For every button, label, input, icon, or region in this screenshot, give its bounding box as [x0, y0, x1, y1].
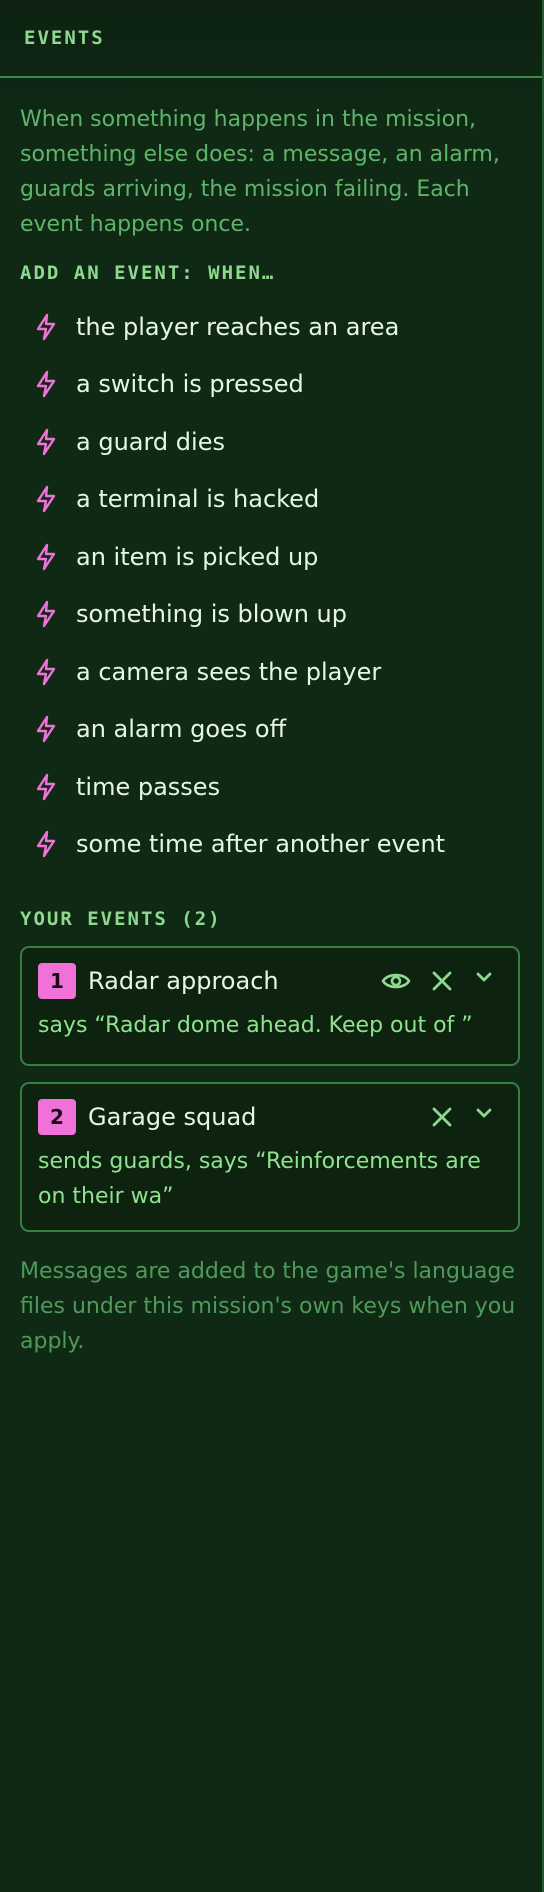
trigger-label: the player reaches an area [76, 312, 400, 341]
trigger-label: an item is picked up [76, 542, 319, 571]
trigger-label: a switch is pressed [76, 370, 304, 399]
events-panel: EVENTS When something happens in the mis… [0, 0, 544, 1892]
trigger-label: a camera sees the player [76, 657, 382, 686]
event-card-header: 1 Radar approach [38, 962, 502, 1000]
trigger-label: something is blown up [76, 600, 347, 629]
preview-event-button[interactable] [378, 963, 414, 999]
event-card-header: 2 Garage squad [38, 1098, 502, 1136]
footer-note: Messages are added to the game's languag… [20, 1259, 516, 1354]
panel-title: EVENTS [24, 27, 105, 49]
lightning-bolt-icon [36, 428, 56, 455]
event-card[interactable]: 1 Radar approach says “Radar dome ahead.… [20, 946, 520, 1066]
event-card[interactable]: 2 Garage squad sends guards, says “Reinf… [20, 1082, 520, 1232]
expand-event-button[interactable] [466, 962, 502, 992]
trigger-label: a guard dies [76, 427, 225, 456]
trigger-option[interactable]: an item is picked up [0, 528, 542, 586]
panel-header: EVENTS [0, 0, 542, 78]
trigger-label: time passes [76, 772, 221, 801]
chevron-down-icon [476, 972, 492, 982]
event-name: Radar approach [88, 967, 279, 995]
trigger-label: some time after another event [76, 830, 446, 859]
event-description: sends guards, says “Reinforcements are o… [38, 1149, 481, 1209]
expand-event-button[interactable] [466, 1098, 502, 1128]
event-number-badge: 2 [38, 1099, 76, 1135]
trigger-option[interactable]: a camera sees the player [0, 643, 542, 701]
trigger-option[interactable]: some time after another event [0, 816, 542, 874]
trigger-option[interactable]: a guard dies [0, 413, 542, 471]
lightning-bolt-icon [36, 658, 56, 685]
close-icon [432, 1107, 452, 1127]
chevron-down-icon [476, 1108, 492, 1118]
your-events-heading: YOUR EVENTS (2) [20, 908, 222, 930]
delete-event-button[interactable] [424, 963, 460, 999]
trigger-option[interactable]: a terminal is hacked [0, 471, 542, 529]
trigger-label: an alarm goes off [76, 715, 287, 744]
event-description: says “Radar dome ahead. Keep out of ” [38, 1013, 473, 1038]
trigger-option[interactable]: the player reaches an area [0, 298, 542, 356]
trigger-list: the player reaches an area a switch is p… [0, 298, 542, 873]
lightning-bolt-icon [36, 716, 56, 743]
lightning-bolt-icon [36, 371, 56, 398]
event-number-badge: 1 [38, 963, 76, 999]
trigger-option[interactable]: something is blown up [0, 586, 542, 644]
lightning-bolt-icon [36, 773, 56, 800]
add-event-heading: ADD AN EVENT: WHEN… [20, 262, 276, 284]
trigger-option[interactable]: time passes [0, 758, 542, 816]
lightning-bolt-icon [36, 313, 56, 340]
trigger-option[interactable]: a switch is pressed [0, 356, 542, 414]
delete-event-button[interactable] [424, 1099, 460, 1135]
event-name: Garage squad [88, 1103, 257, 1131]
close-icon [432, 971, 452, 991]
lightning-bolt-icon [36, 831, 56, 858]
lightning-bolt-icon [36, 486, 56, 513]
intro-text: When something happens in the mission, s… [20, 107, 500, 237]
lightning-bolt-icon [36, 601, 56, 628]
lightning-bolt-icon [36, 543, 56, 570]
eye-icon [381, 973, 411, 989]
trigger-option[interactable]: an alarm goes off [0, 701, 542, 759]
trigger-label: a terminal is hacked [76, 485, 320, 514]
